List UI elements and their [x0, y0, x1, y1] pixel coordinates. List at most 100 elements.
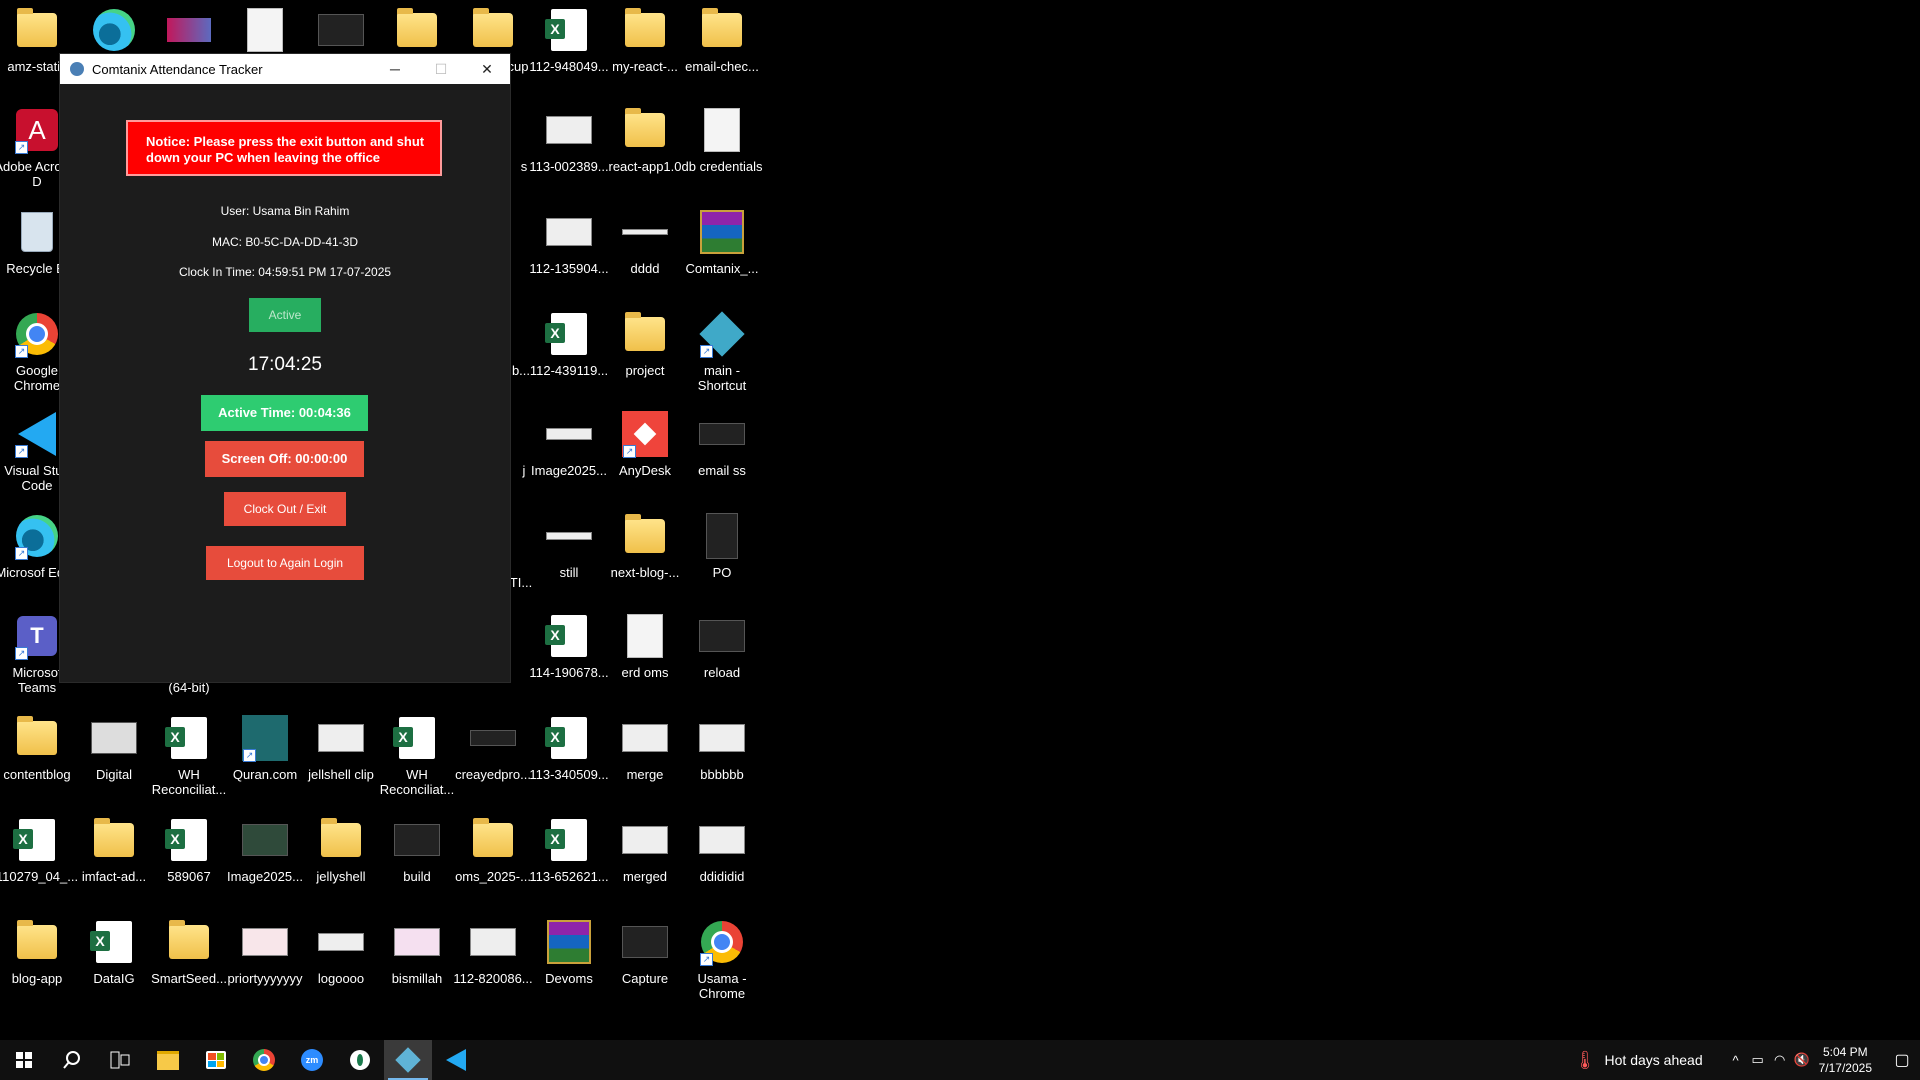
notification-center-button[interactable]: ▢: [1884, 1040, 1920, 1080]
taskbar-clock[interactable]: 5:04 PM 7/17/2025: [1819, 1044, 1872, 1076]
excel-icon: [545, 816, 593, 864]
image-icon: [241, 816, 289, 864]
edge-icon: [90, 6, 138, 54]
folder-icon: [621, 512, 669, 560]
folder-icon: [13, 714, 61, 762]
excel-icon: [165, 714, 213, 762]
logout-button[interactable]: Logout to Again Login: [206, 546, 364, 580]
folder-icon: [469, 6, 517, 54]
task-view-button[interactable]: [96, 1040, 144, 1080]
chevron-up-icon[interactable]: ^: [1725, 1053, 1747, 1068]
clock-in-time-label: Clock In Time: 04:59:51 PM 17-07-2025: [178, 265, 392, 279]
desktop-icon-image[interactable]: email ss: [676, 404, 768, 502]
folder-icon: [13, 918, 61, 966]
image-icon: [545, 106, 593, 154]
desktop-icon-image[interactable]: ddididid: [676, 810, 768, 908]
taskbar-zoom[interactable]: zm: [288, 1040, 336, 1080]
store-icon: [206, 1051, 226, 1069]
image-icon: [469, 918, 517, 966]
image-icon: [621, 816, 669, 864]
winrar-icon: [698, 208, 746, 256]
desktop-icon-shortcut[interactable]: ↗ main - Shortcut: [676, 304, 768, 402]
folder-icon: [469, 816, 517, 864]
excel-icon: [545, 310, 593, 358]
user-label: User: Usama Bin Rahim: [220, 204, 350, 218]
start-button[interactable]: [0, 1040, 48, 1080]
zoom-icon: zm: [301, 1049, 323, 1071]
thermometer-icon: 🌡: [1573, 1049, 1597, 1070]
attendance-tracker-icon: [395, 1047, 421, 1073]
desktop-icon-document[interactable]: db credentials: [676, 100, 768, 198]
image-icon: [621, 208, 669, 256]
taskbar-app[interactable]: [336, 1040, 384, 1080]
search-button[interactable]: [48, 1040, 96, 1080]
image-icon: [317, 918, 365, 966]
taskbar-chrome[interactable]: [240, 1040, 288, 1080]
mac-address-label: MAC: B0-5C-DA-DD-41-3D: [211, 235, 359, 249]
desktop-icon-image[interactable]: PO: [676, 506, 768, 604]
desktop-icon-image[interactable]: reload: [676, 606, 768, 704]
desktop-icon-winrar[interactable]: Comtanix_...: [676, 202, 768, 300]
excel-icon: [545, 714, 593, 762]
system-tray: 🌡 Hot days ahead ^ ▭ ◠ 🔇 5:04 PM 7/17/20…: [1574, 1040, 1920, 1080]
folder-icon: [13, 6, 61, 54]
excel-icon: [90, 918, 138, 966]
desktop-icon-chrome[interactable]: ↗ Usama - Chrome: [676, 912, 768, 1010]
image-icon: [545, 208, 593, 256]
taskbar-file-explorer[interactable]: [144, 1040, 192, 1080]
chrome-icon: ↗: [13, 310, 61, 358]
status-active-button[interactable]: Active: [249, 298, 321, 332]
taskbar-attendance-tracker[interactable]: [384, 1040, 432, 1080]
folder-icon: [621, 310, 669, 358]
folder-icon: [698, 6, 746, 54]
image-icon: [317, 714, 365, 762]
windows-logo-icon: [16, 1052, 32, 1068]
folder-icon: [393, 6, 441, 54]
window-titlebar[interactable]: Comtanix Attendance Tracker ─ ☐ ✕: [60, 54, 510, 84]
taskbar-vscode[interactable]: [432, 1040, 480, 1080]
desktop-icon-image[interactable]: bbbbbb: [676, 708, 768, 806]
image-icon: [469, 714, 517, 762]
image-icon: [90, 714, 138, 762]
current-time: 17:04:25: [248, 354, 322, 375]
file-explorer-icon: [157, 1050, 179, 1070]
vscode-icon: ↗: [13, 410, 61, 458]
teams-icon: T ↗: [13, 612, 61, 660]
screen-off-display: Screen Off: 00:00:00: [205, 441, 364, 477]
vscode-icon: [446, 1049, 466, 1071]
task-view-icon: [110, 1051, 130, 1069]
maximize-button[interactable]: ☐: [418, 54, 464, 84]
taskbar: zm 🌡 Hot days ahead ^ ▭ ◠ 🔇 5:04 PM 7/17…: [0, 1040, 1920, 1080]
image-icon: [698, 612, 746, 660]
document-icon: [621, 612, 669, 660]
taskbar-store[interactable]: [192, 1040, 240, 1080]
window-title: Comtanix Attendance Tracker: [92, 61, 263, 77]
quran-icon: ↗: [241, 714, 289, 762]
leaf-icon: [350, 1050, 370, 1070]
weather-widget[interactable]: 🌡 Hot days ahead: [1574, 1050, 1703, 1071]
close-button[interactable]: ✕: [464, 54, 510, 84]
winrar-icon: [545, 918, 593, 966]
image-icon: [698, 410, 746, 458]
minimize-button[interactable]: ─: [372, 54, 418, 84]
clock-out-exit-button[interactable]: Clock Out / Exit: [224, 492, 346, 526]
folder-icon: [165, 918, 213, 966]
folder-icon: [90, 816, 138, 864]
excel-icon: [13, 816, 61, 864]
anydesk-icon: ↗: [621, 410, 669, 458]
battery-icon[interactable]: ▭: [1747, 1052, 1769, 1068]
image-icon: [621, 714, 669, 762]
volume-muted-icon[interactable]: 🔇: [1791, 1052, 1813, 1068]
folder-icon: [317, 816, 365, 864]
chrome-icon: [253, 1049, 275, 1071]
app-logo-icon: [70, 62, 84, 76]
excel-icon: [545, 612, 593, 660]
folder-icon: [621, 106, 669, 154]
image-icon: [698, 512, 746, 560]
diamond-icon: ↗: [698, 310, 746, 358]
chrome-icon: ↗: [698, 918, 746, 966]
image-icon: [317, 6, 365, 54]
desktop-icon-folder[interactable]: email-chec...: [676, 0, 768, 98]
wifi-icon[interactable]: ◠: [1769, 1052, 1791, 1068]
image-icon: [393, 918, 441, 966]
